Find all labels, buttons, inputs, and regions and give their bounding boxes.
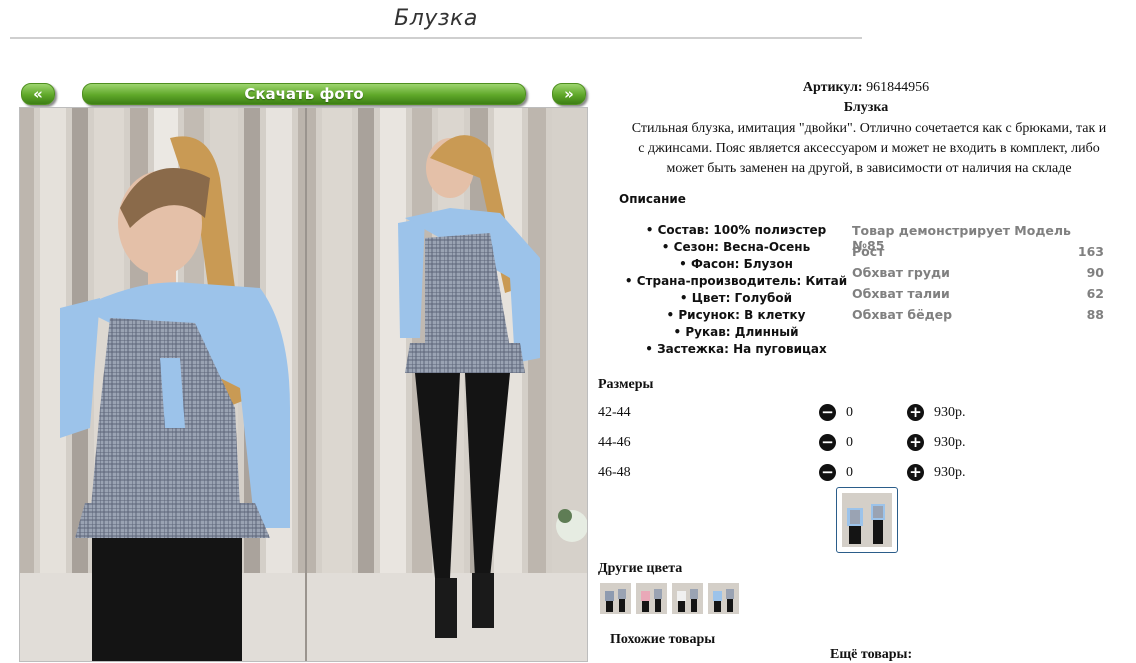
model-row-value: 163 xyxy=(1077,244,1104,259)
sku-value: 961844956 xyxy=(866,80,930,95)
size-quantity: 0 xyxy=(846,435,853,450)
model-row-value: 90 xyxy=(1086,265,1104,280)
sizes-heading: Размеры xyxy=(598,377,654,392)
model-row-chest: Обхват груди 90 xyxy=(852,265,1104,286)
plus-circle-icon[interactable]: + xyxy=(907,434,924,451)
prev-photo-button[interactable]: « xyxy=(21,83,55,105)
description-heading: Описание xyxy=(619,192,686,206)
download-photo-button[interactable]: Скачать фото xyxy=(82,83,526,105)
page-title: Блузка xyxy=(394,6,478,31)
size-quantity: 0 xyxy=(846,405,853,420)
color-variant-thumbnail[interactable] xyxy=(600,583,631,614)
attribute-list: Состав: 100% полиэстер Сезон: Весна-Осен… xyxy=(618,222,854,358)
product-name: Блузка xyxy=(843,100,889,115)
attribute-item: Застежка: На пуговицах xyxy=(618,341,854,358)
minus-circle-icon[interactable]: − xyxy=(819,404,836,421)
size-price: 930р. xyxy=(934,435,966,450)
model-row-label: Обхват груди xyxy=(852,265,950,280)
product-thumbnail[interactable] xyxy=(836,487,898,553)
size-row: 42-44 − 0 + 930р. xyxy=(598,401,1118,423)
next-photo-button[interactable]: » xyxy=(552,83,586,105)
minus-circle-icon[interactable]: − xyxy=(819,464,836,481)
description-line: может быть заменен на другой, в зависимо… xyxy=(666,161,1072,176)
model-row-label: Рост xyxy=(852,244,885,259)
similar-products-heading[interactable]: Похожие товары xyxy=(610,632,715,648)
product-thumbnail-image xyxy=(842,493,892,547)
minus-circle-icon[interactable]: − xyxy=(819,434,836,451)
model-measurements: Товар демонстрирует Модель №85 Рост 163 … xyxy=(852,223,1104,328)
color-variant-thumbnail[interactable] xyxy=(636,583,667,614)
model-row-label: Обхват бёдер xyxy=(852,307,953,322)
size-price: 930р. xyxy=(934,405,966,420)
model-title: Товар демонстрирует Модель №85 xyxy=(852,223,1071,253)
color-variant-thumbnail[interactable] xyxy=(708,583,739,614)
attribute-item: Состав: 100% полиэстер xyxy=(618,222,854,239)
model-row-waist: Обхват талии 62 xyxy=(852,286,1104,307)
plus-circle-icon[interactable]: + xyxy=(907,464,924,481)
attribute-item: Рисунок: В клетку xyxy=(618,307,854,324)
product-description: Стильная блузка, имитация "двойки". Отли… xyxy=(596,119,1136,179)
description-line: с джинсами. Пояс является аксессуаром и … xyxy=(638,141,1100,156)
size-quantity: 0 xyxy=(846,465,853,480)
sku-label: Артикул: xyxy=(802,80,863,95)
size-name: 42-44 xyxy=(598,405,631,420)
product-photo-image xyxy=(20,108,587,661)
more-products-heading: Ещё товары: xyxy=(830,647,913,662)
model-row-value: 88 xyxy=(1086,307,1104,322)
attribute-item: Цвет: Голубой xyxy=(618,290,854,307)
sku-line: Артикул: 961844956 xyxy=(596,80,1136,96)
size-name: 46-48 xyxy=(598,465,631,480)
attribute-item: Страна-производитель: Китай xyxy=(618,273,854,290)
product-photo[interactable] xyxy=(19,107,588,662)
model-row-height: Рост 163 xyxy=(852,244,1104,265)
attribute-item: Фасон: Блузон xyxy=(618,256,854,273)
attribute-item: Сезон: Весна-Осень xyxy=(618,239,854,256)
size-row: 46-48 − 0 + 930р. xyxy=(598,461,1118,483)
model-row-label: Обхват талии xyxy=(852,286,950,301)
model-row-hips: Обхват бёдер 88 xyxy=(852,307,1104,328)
size-row: 44-46 − 0 + 930р. xyxy=(598,431,1118,453)
size-price: 930р. xyxy=(934,465,966,480)
title-divider xyxy=(10,37,862,39)
other-colors-heading: Другие цвета xyxy=(598,561,683,576)
color-variant-thumbnail[interactable] xyxy=(672,583,703,614)
plus-circle-icon[interactable]: + xyxy=(907,404,924,421)
attribute-item: Рукав: Длинный xyxy=(618,324,854,341)
description-line: Стильная блузка, имитация "двойки". Отли… xyxy=(631,121,1107,136)
size-name: 44-46 xyxy=(598,435,631,450)
model-row-value: 62 xyxy=(1086,286,1104,301)
